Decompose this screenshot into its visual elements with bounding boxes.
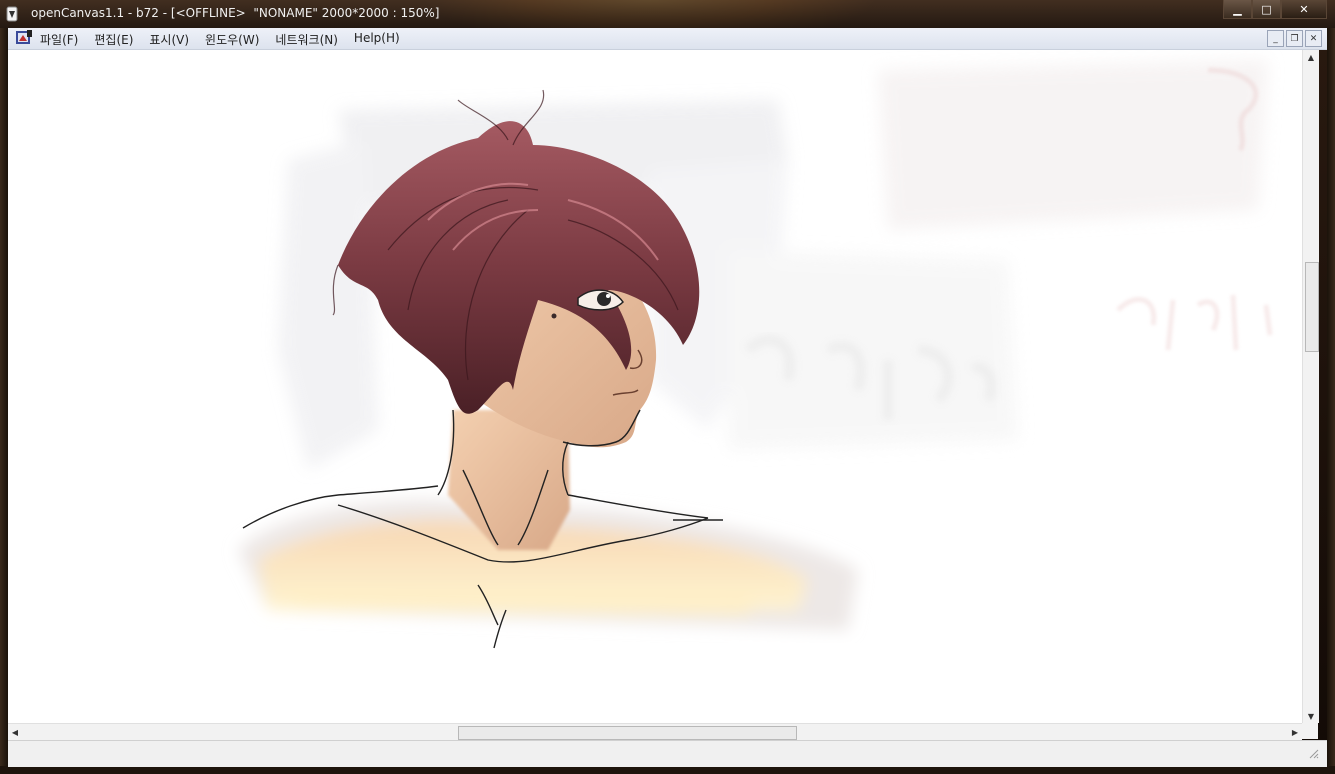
- scroll-up-arrow[interactable]: ▲: [1303, 50, 1319, 64]
- menu-network[interactable]: 네트워크(N): [274, 31, 339, 48]
- scroll-down-arrow[interactable]: ▼: [1303, 709, 1319, 723]
- painting-artwork: [238, 60, 1273, 649]
- menu-edit[interactable]: 편집(E): [93, 31, 134, 48]
- close-button[interactable]: ✕: [1281, 0, 1327, 19]
- window-title: openCanvas1.1 - b72 - [<OFFLINE> "NONAME…: [31, 6, 440, 20]
- window-frame-left: [0, 28, 8, 774]
- maximize-button[interactable]: □: [1252, 0, 1281, 19]
- drawing-canvas[interactable]: [8, 50, 1302, 723]
- vertical-scrollbar[interactable]: ▲ ▼: [1302, 50, 1319, 723]
- scroll-right-arrow[interactable]: ▶: [1288, 724, 1302, 740]
- document-window-controls: _ ❐ ✕: [1267, 30, 1322, 47]
- menu-window[interactable]: 윈도우(W): [204, 31, 260, 48]
- menu-bar: 파일(F) 편집(E) 표시(V) 윈도우(W) 네트워크(N) Help(H)…: [8, 28, 1327, 50]
- window-frame-right: [1327, 28, 1335, 774]
- vertical-scroll-thumb[interactable]: [1305, 262, 1319, 352]
- menu-view[interactable]: 표시(V): [148, 31, 190, 48]
- menu-help[interactable]: Help(H): [353, 31, 401, 48]
- window-controls: ▁ □ ✕: [1223, 0, 1327, 20]
- status-bar: [8, 740, 1327, 767]
- scroll-left-arrow[interactable]: ◀: [8, 724, 22, 740]
- app-icon[interactable]: [6, 6, 18, 22]
- window-frame-bottom: [0, 766, 1335, 774]
- doc-close-button[interactable]: ✕: [1305, 30, 1322, 47]
- menu-items: 파일(F) 편집(E) 표시(V) 윈도우(W) 네트워크(N) Help(H): [39, 31, 401, 48]
- title-bar[interactable]: openCanvas1.1 - b72 - [<OFFLINE> "NONAME…: [0, 0, 1335, 28]
- doc-minimize-button[interactable]: _: [1267, 30, 1284, 47]
- menu-file[interactable]: 파일(F): [39, 31, 79, 48]
- document-icon[interactable]: [15, 30, 33, 46]
- horizontal-scroll-thumb[interactable]: [458, 726, 797, 740]
- doc-restore-button[interactable]: ❐: [1286, 30, 1303, 47]
- scrollbar-corner: [1302, 723, 1318, 739]
- horizontal-scrollbar[interactable]: ◀ ▶: [8, 723, 1302, 740]
- minimize-button[interactable]: ▁: [1223, 0, 1252, 19]
- app-window: openCanvas1.1 - b72 - [<OFFLINE> "NONAME…: [0, 0, 1335, 774]
- resize-grip-icon[interactable]: [1307, 747, 1319, 759]
